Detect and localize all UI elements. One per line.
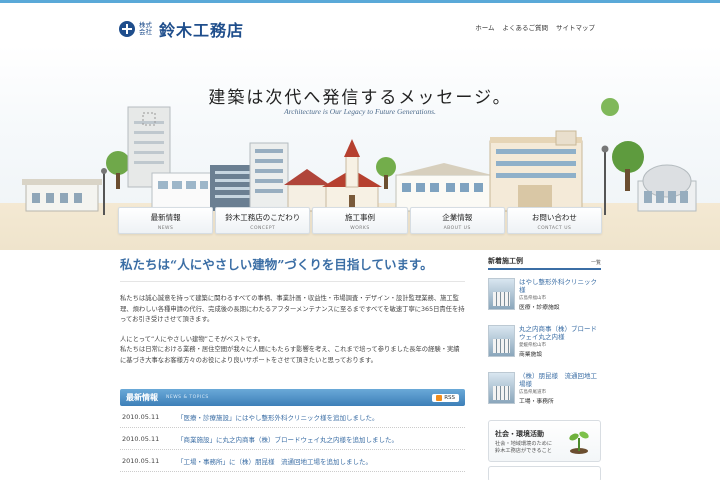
logo-company-name: 鈴木工務店	[159, 21, 245, 40]
work-body: はやし整形外科クリニック様 広島県福山市 医療・診療施設	[519, 278, 601, 319]
utility-nav-faq[interactable]: よくあるご質問	[503, 22, 549, 32]
gnav-news-sub: NEWS	[157, 226, 174, 231]
news-section: 最新情報 NEWS & TOPICS RSS 2010.05.11 「医療・診療…	[120, 389, 465, 472]
work-category: 商業施設	[519, 352, 543, 358]
rss-icon	[436, 394, 443, 401]
gnav-contact-sub: CONTACT US	[537, 226, 572, 231]
gnav-concept-sub: CONCEPT	[250, 226, 276, 231]
gnav-news-label: 最新情報	[150, 213, 181, 222]
global-navigation: 最新情報 NEWS 鈴木工務店のこだわり CONCEPT 施工事例 WORKS …	[118, 207, 603, 234]
news-date: 2010.05.11	[122, 456, 160, 465]
intro-paragraph-2: 人にとって“人にやさしい建物”こそがベストです。	[120, 335, 265, 343]
intro-paragraph-1: 私たちは誠心誠意を持って建築に関わるすべての事柄、事業計画・収益性・市場調査・デ…	[120, 295, 465, 323]
rss-button[interactable]: RSS	[432, 393, 459, 402]
work-category: 医療・診療施設	[519, 305, 560, 311]
work-thumbnail	[488, 372, 515, 404]
work-name: （株）朋昆様 流通回地工場様	[519, 372, 597, 388]
news-date: 2010.05.11	[122, 412, 160, 421]
news-item: 2010.05.11 「医療・診療施設」にはやし整形外科クリニック様を追加しまし…	[120, 406, 465, 428]
utility-nav: ホーム よくあるご質問 サイトマップ	[475, 22, 595, 32]
news-link[interactable]: 「工場・事務所」に（株）朋昆様 流通回地工場を追加しました。	[177, 456, 372, 466]
new-works-header: 新着施工例 一覧	[488, 256, 601, 270]
work-location: 広島県福山市	[519, 296, 546, 301]
site-header: 株式会社 鈴木工務店 ホーム よくあるご質問 サイトマップ	[0, 3, 720, 45]
sprout-icon	[569, 431, 589, 454]
work-body: 丸之内商事（株）ブロードウェイ丸之内様 愛媛県松山市 商業施設	[519, 325, 601, 366]
new-works-title: 新着施工例	[488, 257, 523, 265]
news-date: 2010.05.11	[122, 434, 160, 443]
sidebar: 新着施工例 一覧 はやし整形外科クリニック様 広島県福山市 医療・診療施設 丸之…	[488, 256, 601, 480]
news-item: 2010.05.11 「工場・事務所」に（株）朋昆様 流通回地工場を追加しました…	[120, 450, 465, 472]
gnav-works[interactable]: 施工事例 WORKS	[312, 207, 408, 234]
news-item: 2010.05.11 「商業施設」に丸之内商事（株）ブロードウェイ丸之内様を追加…	[120, 428, 465, 450]
gnav-works-sub: WORKS	[350, 226, 370, 231]
intro-paragraph-3: 私たちは日常における業務・居住空間が我々に人間にもたらす影響を考え、これまで培っ…	[120, 346, 460, 364]
site-logo[interactable]: 株式会社 鈴木工務店	[119, 17, 244, 41]
work-location: 広島県尾道市	[519, 390, 546, 395]
work-name: はやし整形外科クリニック様	[519, 278, 597, 294]
gnav-concept[interactable]: 鈴木工務店のこだわり CONCEPT	[215, 207, 311, 234]
sidebar-next-banner[interactable]	[488, 466, 601, 480]
eco-activity-banner[interactable]: 社会・環境活動 社会・地域環境のために 鈴木工務店ができること	[488, 420, 601, 462]
utility-nav-home[interactable]: ホーム	[475, 22, 494, 32]
gnav-about-sub: ABOUT US	[443, 226, 471, 231]
gnav-contact[interactable]: お問い合わせ CONTACT US	[506, 207, 603, 234]
work-body: （株）朋昆様 流通回地工場様 広島県尾道市 工場・事務所	[519, 372, 601, 413]
gnav-about[interactable]: 企業情報 ABOUT US	[409, 207, 505, 234]
work-item[interactable]: はやし整形外科クリニック様 広島県福山市 医療・診療施設	[488, 278, 601, 319]
work-thumbnail	[488, 278, 515, 310]
work-location: 愛媛県松山市	[519, 343, 546, 348]
work-name: 丸之内商事（株）ブロードウェイ丸之内様	[519, 325, 597, 341]
gnav-concept-label: 鈴木工務店のこだわり	[225, 213, 301, 222]
news-header: 最新情報 NEWS & TOPICS RSS	[120, 389, 465, 406]
new-works-list-link[interactable]: 一覧	[591, 259, 601, 266]
news-subtitle: NEWS & TOPICS	[166, 395, 209, 400]
gnav-news[interactable]: 最新情報 NEWS	[118, 207, 214, 234]
rss-label: RSS	[444, 394, 455, 401]
utility-nav-sitemap[interactable]: サイトマップ	[556, 22, 595, 32]
news-title: 最新情報	[126, 393, 158, 402]
gnav-works-label: 施工事例	[345, 213, 375, 222]
gnav-about-label: 企業情報	[442, 213, 473, 222]
main-content: 私たちは“人にやさしい建物”づくりを目指しています。 私たちは誠心誠意を持って建…	[120, 254, 465, 366]
work-category: 工場・事務所	[519, 399, 554, 405]
work-item[interactable]: （株）朋昆様 流通回地工場様 広島県尾道市 工場・事務所	[488, 372, 601, 413]
logo-company-type: 株式会社	[139, 21, 152, 36]
work-thumbnail	[488, 325, 515, 357]
work-item[interactable]: 丸之内商事（株）ブロードウェイ丸之内様 愛媛県松山市 商業施設	[488, 325, 601, 366]
company-emblem-icon	[119, 21, 135, 37]
news-link[interactable]: 「商業施設」に丸之内商事（株）ブロードウェイ丸之内様を追加しました。	[177, 434, 398, 444]
gnav-contact-label: お問い合わせ	[531, 213, 577, 222]
catch-copy-heading: 私たちは“人にやさしい建物”づくりを目指しています。	[120, 254, 465, 282]
news-link[interactable]: 「医療・診療施設」にはやし整形外科クリニック様を追加しました。	[177, 412, 379, 422]
